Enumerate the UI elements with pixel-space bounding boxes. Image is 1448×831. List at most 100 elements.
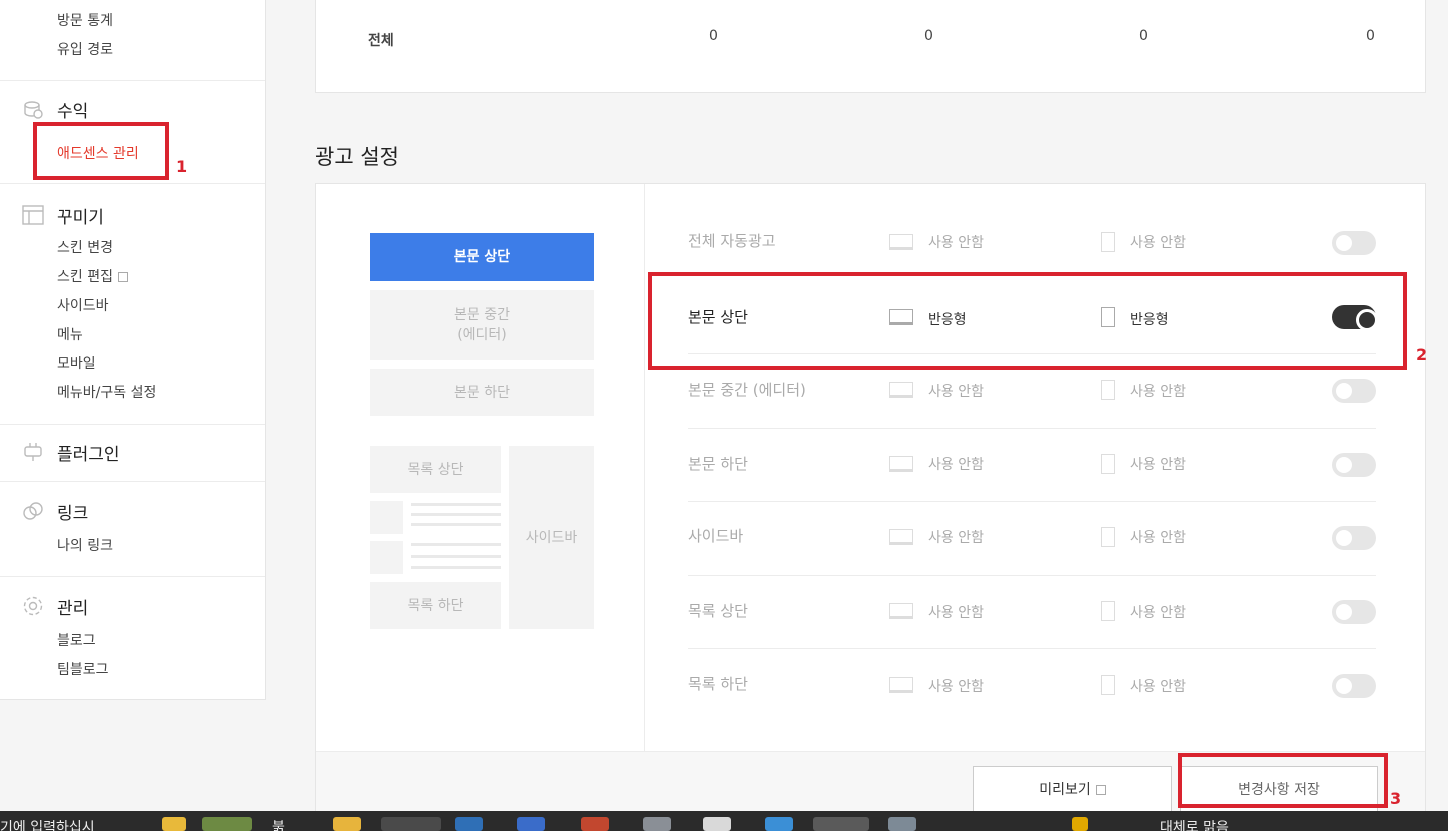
- preview-block-middle[interactable]: 본문 중간 (에디터): [370, 290, 594, 360]
- sidebar-section-decorate: 꾸미기 스킨 변경 스킨 편집 사이드바 메뉴 모바일 메뉴바/구독 설정: [0, 183, 265, 424]
- sidebar-item-visit-stats[interactable]: 방문 통계: [57, 10, 113, 30]
- preview-block-list-top[interactable]: 목록 상단: [370, 446, 501, 493]
- external-link-icon: [1095, 785, 1106, 795]
- sidebar-item-skin-edit-label: 스킨 편집: [57, 269, 113, 285]
- sidebar-item-mobile[interactable]: 모바일: [57, 353, 96, 373]
- file-explorer-icon[interactable]: [333, 817, 361, 831]
- ad-row-list-bottom: 목록 하단 사용 안함 사용 안함: [688, 650, 1376, 723]
- sidebar-item-skin-edit[interactable]: 스킨 편집: [57, 266, 128, 286]
- sidebar-title-decorate[interactable]: 꾸미기: [57, 203, 104, 228]
- column-divider: [644, 184, 645, 751]
- sidebar-title-link[interactable]: 링크: [57, 499, 88, 524]
- preview-block-bottom[interactable]: 본문 하단: [370, 369, 594, 416]
- ad-toggle-switch[interactable]: [1332, 379, 1376, 403]
- gear-icon: [22, 595, 44, 617]
- ad-row-label: 목록 하단: [688, 675, 748, 693]
- mail-icon[interactable]: [455, 817, 483, 831]
- sidebar-item-menubar[interactable]: 메뉴바/구독 설정: [57, 382, 156, 402]
- mobile-phone-icon: [1101, 454, 1115, 474]
- sidebar-item-skin-change[interactable]: 스킨 변경: [57, 237, 113, 257]
- ad-toggle-switch[interactable]: [1332, 231, 1376, 255]
- ad-toggle-switch[interactable]: [1332, 453, 1376, 477]
- sidebar-item-my-link[interactable]: 나의 링크: [57, 535, 113, 555]
- pc-setting-select[interactable]: 사용 안함: [928, 381, 984, 401]
- taskbar-weather-status: 대체로 맑음: [1160, 820, 1229, 831]
- stats-value-3: 0: [1139, 28, 1148, 44]
- stats-value-2: 0: [924, 28, 933, 44]
- mobile-phone-icon: [1101, 675, 1115, 695]
- ad-row-label: 목록 상단: [688, 602, 748, 620]
- paint-icon[interactable]: [888, 817, 916, 831]
- ad-toggle-switch[interactable]: [1332, 674, 1376, 698]
- edge-browser-icon[interactable]: [381, 817, 441, 831]
- link-icon: [22, 500, 44, 522]
- preview-thumb-1: [370, 501, 403, 534]
- ad-toggle-switch[interactable]: [1332, 600, 1376, 624]
- preview-text-line: [411, 513, 501, 516]
- highlight-box-3: [1178, 753, 1388, 808]
- plug-icon: [22, 441, 44, 463]
- sidebar-item-sidebar[interactable]: 사이드바: [57, 295, 109, 315]
- mobile-setting-select[interactable]: 사용 안함: [1130, 527, 1186, 547]
- pc-setting-select[interactable]: 사용 안함: [928, 527, 984, 547]
- annotation-number-2: 2: [1416, 345, 1428, 364]
- mobile-setting-select[interactable]: 사용 안함: [1130, 454, 1186, 474]
- pc-monitor-icon: [889, 677, 913, 693]
- preview-text-line: [411, 566, 501, 569]
- preview-block-middle-line2: (에디터): [457, 327, 507, 343]
- pc-setting-select[interactable]: 사용 안함: [928, 454, 984, 474]
- stats-value-4: 0: [1366, 28, 1375, 44]
- sidebar-item-blog[interactable]: 블로그: [57, 630, 96, 650]
- sidebar-item-menu[interactable]: 메뉴: [57, 324, 83, 344]
- kakaotalk-icon[interactable]: [813, 817, 869, 831]
- ad-row-label: 본문 하단: [688, 455, 748, 473]
- pc-monitor-icon: [889, 382, 913, 398]
- pc-monitor-icon: [889, 234, 913, 250]
- office-icon[interactable]: [581, 817, 609, 831]
- highlight-box-2: [648, 272, 1407, 370]
- mobile-setting-select[interactable]: 사용 안함: [1130, 381, 1186, 401]
- preview-block-top[interactable]: 본문 상단: [370, 233, 594, 281]
- internet-explorer-icon[interactable]: [765, 817, 793, 831]
- sidebar-title-plugin[interactable]: 플러그인: [57, 440, 120, 465]
- app-icon[interactable]: [517, 817, 545, 831]
- taskbar-search-text[interactable]: 기에 입력하십시: [0, 817, 95, 831]
- app-icon[interactable]: [703, 817, 731, 831]
- sidebar-title-manage[interactable]: 관리: [57, 594, 88, 619]
- pc-setting-select[interactable]: 사용 안함: [928, 232, 984, 252]
- preview-thumb-2: [370, 541, 403, 574]
- ad-toggle-switch[interactable]: [1332, 526, 1376, 550]
- pc-monitor-icon: [889, 603, 913, 619]
- sidebar-section-plugin: 플러그인: [0, 424, 265, 481]
- pc-monitor-icon: [889, 456, 913, 472]
- pc-setting-select[interactable]: 사용 안함: [928, 676, 984, 696]
- preview-text-line: [411, 523, 501, 526]
- stats-value-1: 0: [709, 28, 718, 44]
- annotation-number-3: 3: [1390, 789, 1402, 808]
- palm-trees-icon[interactable]: [202, 817, 252, 831]
- app-icon[interactable]: [643, 817, 671, 831]
- search-highlight-icon[interactable]: [162, 817, 186, 831]
- ad-row-auto: 전체 자동광고 사용 안함 사용 안함: [688, 206, 1376, 279]
- preview-text-line: [411, 543, 501, 546]
- sidebar-item-referrer[interactable]: 유입 경로: [57, 39, 113, 59]
- sidebar: 방문 통계 유입 경로 수익 애드센스 관리 꾸미기 스킨 변경 스킨 편집 사…: [0, 0, 266, 700]
- pc-setting-select[interactable]: 사용 안함: [928, 602, 984, 622]
- ad-settings-title: 광고 설정: [315, 145, 399, 169]
- mobile-setting-select[interactable]: 사용 안함: [1130, 602, 1186, 622]
- sidebar-item-team-blog[interactable]: 팀블로그: [57, 659, 109, 679]
- preview-block-list-bottom[interactable]: 목록 하단: [370, 582, 501, 629]
- sidebar-title-revenue[interactable]: 수익: [57, 97, 88, 122]
- preview-block-sidebar[interactable]: 사이드바: [509, 446, 594, 629]
- preview-button[interactable]: 미리보기: [973, 766, 1172, 812]
- mobile-setting-select[interactable]: 사용 안함: [1130, 232, 1186, 252]
- preview-text-line: [411, 503, 501, 506]
- preview-button-label: 미리보기: [1039, 782, 1091, 798]
- mobile-setting-select[interactable]: 사용 안함: [1130, 676, 1186, 696]
- mobile-phone-icon: [1101, 380, 1115, 400]
- sidebar-section-link: 링크 나의 링크: [0, 481, 265, 576]
- mobile-phone-icon: [1101, 601, 1115, 621]
- taskbar-weather-text: 붉: [272, 820, 285, 831]
- row-divider: [688, 648, 1376, 649]
- pc-monitor-icon: [889, 529, 913, 545]
